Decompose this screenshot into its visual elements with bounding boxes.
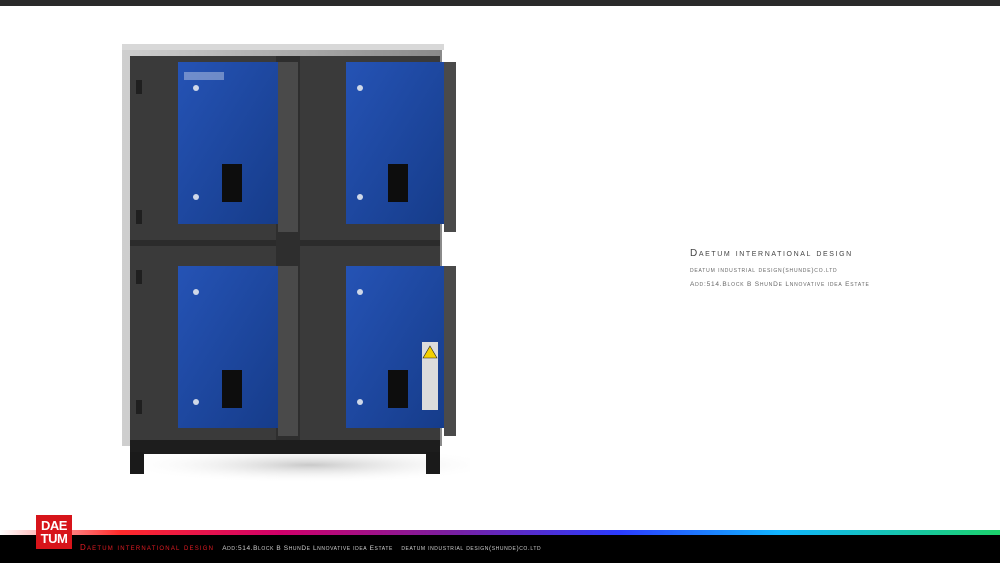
- logo-bottom-text: TUM: [40, 531, 68, 546]
- info-title: Daetum international design: [690, 248, 853, 259]
- footer-bar: Daetum international design Add:514.Bloc…: [0, 530, 1000, 563]
- footer-gradient-stripe: [0, 530, 1000, 535]
- footer-company: deatum industrial design(shunde)co.ltd: [401, 545, 542, 552]
- top-bar: [0, 0, 1000, 6]
- brand-logo-icon: DAE TUM: [36, 515, 72, 549]
- footer-text: Daetum international design Add:514.Bloc…: [80, 543, 541, 552]
- info-address: Add:514.Block B ShunDe Lnnovative idea E…: [690, 281, 870, 288]
- info-block: Daetum international design deatum indus…: [690, 248, 990, 288]
- info-company: deatum industrial design(shunde)co.ltd: [690, 267, 838, 274]
- panel-upper-left: [178, 62, 290, 232]
- panel-lower-left: [178, 266, 290, 436]
- product-render: [120, 44, 470, 483]
- footer-brand: Daetum international design: [80, 543, 215, 552]
- footer-address: Add:514.Block B ShunDe Lnnovative idea E…: [222, 545, 393, 552]
